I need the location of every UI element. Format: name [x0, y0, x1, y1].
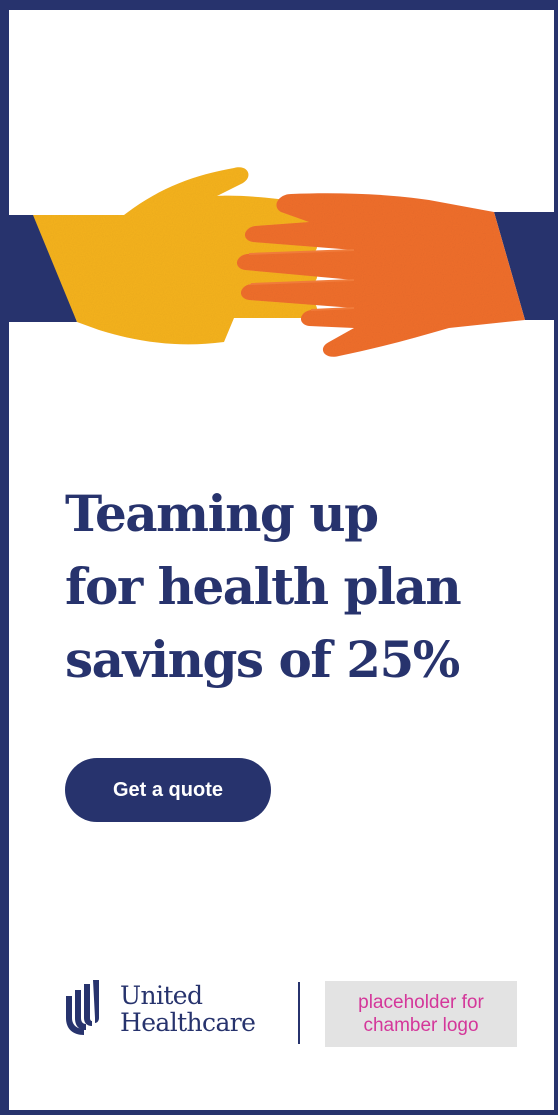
logo-divider	[298, 982, 300, 1044]
handshake-illustration	[9, 167, 554, 357]
chamber-logo-placeholder: placeholder for chamber logo	[325, 981, 517, 1047]
headline-line-1: Teaming up	[65, 484, 379, 543]
chamber-line-1: placeholder for	[358, 992, 484, 1013]
headline-line-2: for health plan	[65, 557, 462, 616]
get-quote-button[interactable]: Get a quote	[65, 758, 271, 822]
united-healthcare-logo-icon	[66, 980, 99, 1035]
ad-banner: Teaming up for health plan savings of 25…	[0, 0, 558, 1115]
headline-line-3: savings of 25%	[65, 630, 460, 689]
brand-line-2: Healthcare	[120, 1008, 256, 1037]
footer-logos: United Healthcare placeholder for chambe…	[64, 972, 524, 1052]
brand-name: United Healthcare	[120, 981, 256, 1037]
chamber-line-2: chamber logo	[363, 1015, 479, 1036]
headline: Teaming up for health plan savings of 25…	[65, 477, 535, 696]
brand-line-1: United	[120, 981, 203, 1010]
